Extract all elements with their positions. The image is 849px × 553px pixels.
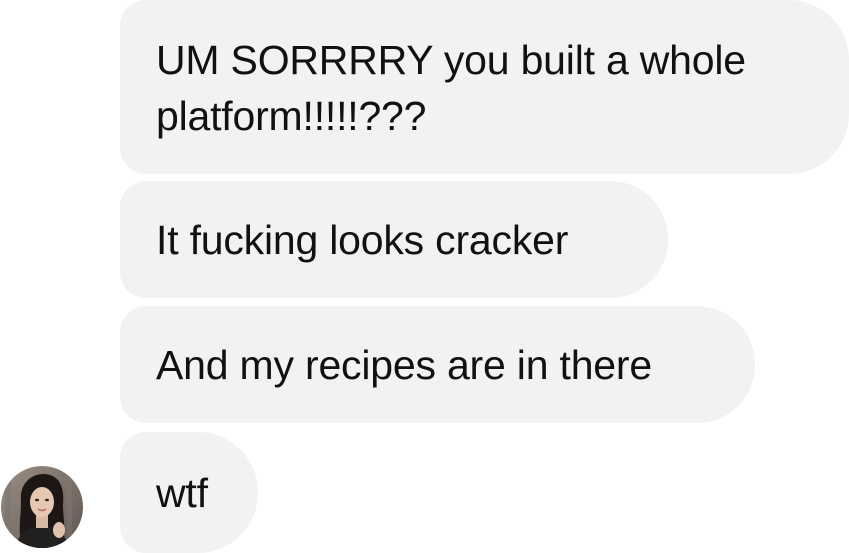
sender-avatar[interactable] — [1, 466, 83, 548]
message-text: And my recipes are in there — [156, 341, 652, 388]
message-bubble[interactable]: It fucking looks cracker — [120, 181, 668, 298]
message-bubble[interactable]: And my recipes are in there — [120, 306, 755, 423]
user-photo-icon — [1, 466, 83, 548]
message-text: UM SORRRRY you built a whole platform!!!… — [156, 37, 746, 139]
message-text: It fucking looks cracker — [156, 216, 569, 263]
message-bubble[interactable]: wtf — [120, 432, 258, 553]
message-bubble[interactable]: UM SORRRRY you built a whole platform!!!… — [120, 0, 849, 174]
message-text: wtf — [156, 469, 208, 516]
message-thread: UM SORRRRY you built a whole platform!!!… — [0, 0, 849, 553]
